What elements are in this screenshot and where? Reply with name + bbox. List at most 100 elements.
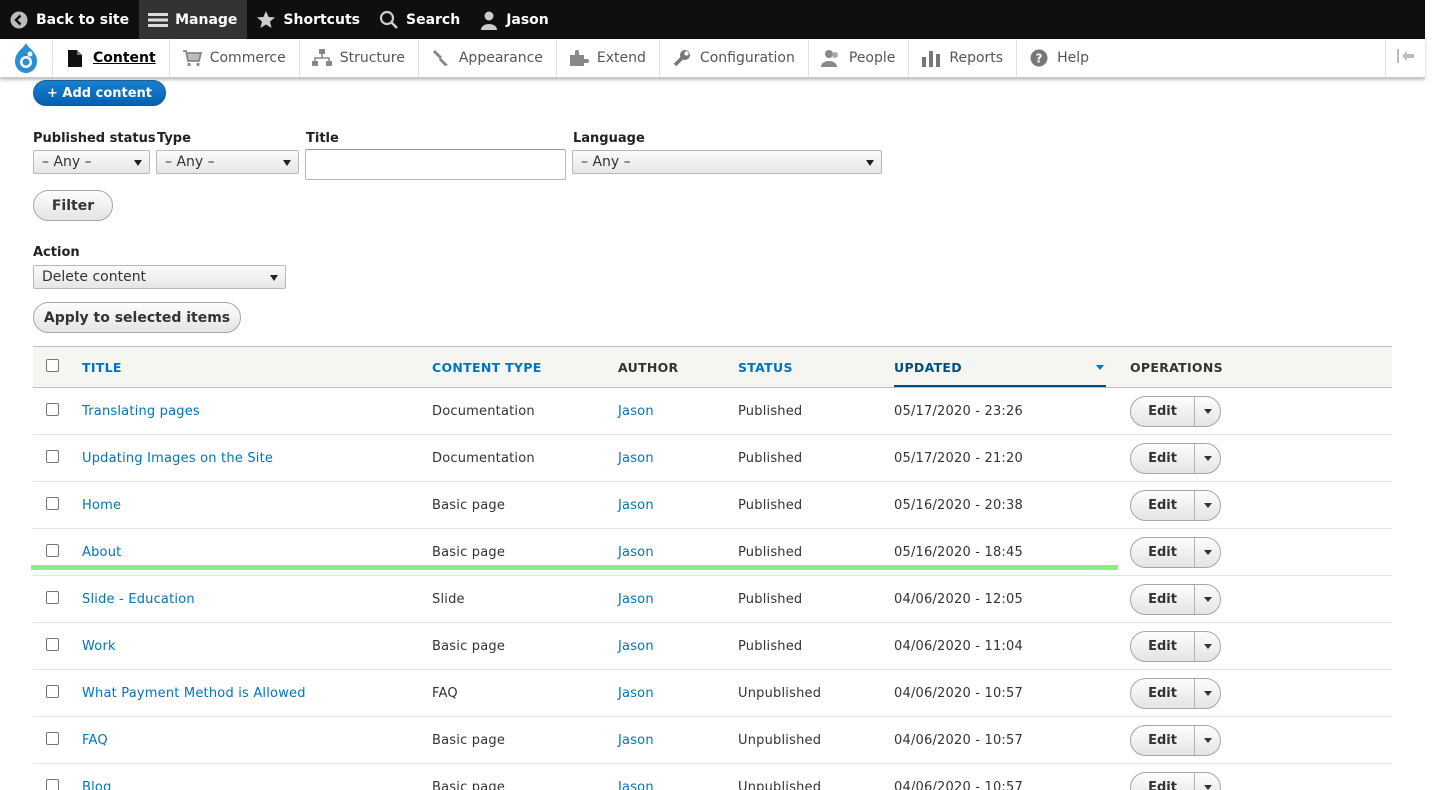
edit-button[interactable]: Edit <box>1131 726 1195 755</box>
drupal-logo-icon[interactable] <box>0 39 52 77</box>
edit-button[interactable]: Edit <box>1131 585 1195 614</box>
row-author-link[interactable]: Jason <box>618 404 654 419</box>
collapse-icon <box>1396 49 1415 67</box>
row-updated: 04/06/2020 - 10:57 <box>894 733 1023 748</box>
tray-item-reports[interactable]: Reports <box>908 39 1016 77</box>
table-row: What Payment Method is Allowed FAQ Jason Un… <box>33 670 1392 717</box>
row-operations: Edit <box>1130 725 1221 756</box>
tray-item-appearance[interactable]: Appearance <box>417 39 556 77</box>
type-value: – Any – <box>165 154 215 170</box>
row-checkbox[interactable] <box>46 497 59 510</box>
wrench-icon <box>672 48 692 68</box>
row-status: Published <box>738 498 803 513</box>
search-tab[interactable]: Search <box>370 0 470 39</box>
edit-button[interactable]: Edit <box>1131 679 1195 708</box>
collapse-tray-button[interactable] <box>1385 39 1425 77</box>
back-to-site-link[interactable]: Back to site <box>0 0 139 39</box>
status-column-header[interactable]: STATUS <box>738 360 793 375</box>
row-author-link[interactable]: Jason <box>618 639 654 654</box>
manage-tab[interactable]: Manage <box>139 0 248 39</box>
operations-dropdown-button[interactable] <box>1195 491 1220 520</box>
chevron-down-icon <box>1203 691 1212 696</box>
row-checkbox[interactable] <box>46 544 59 557</box>
row-content-type: Slide <box>432 592 465 607</box>
select-all-checkbox[interactable] <box>46 359 59 372</box>
row-title-link[interactable]: Slide - Education <box>82 592 195 607</box>
row-title-link[interactable]: Updating Images on the Site <box>82 451 273 466</box>
operations-dropdown-button[interactable] <box>1195 397 1220 426</box>
row-checkbox[interactable] <box>46 685 59 698</box>
search-icon <box>379 10 399 30</box>
row-author-link[interactable]: Jason <box>618 780 654 790</box>
row-checkbox[interactable] <box>46 779 59 790</box>
title-input[interactable] <box>305 149 566 180</box>
row-title-link[interactable]: Home <box>82 498 121 513</box>
edit-button[interactable]: Edit <box>1131 632 1195 661</box>
admin-tray: Content Commerce Structure Appearance Ex… <box>0 39 1425 78</box>
language-select[interactable]: – Any – <box>572 150 882 174</box>
row-checkbox[interactable] <box>46 591 59 604</box>
chevron-down-icon <box>1203 503 1212 508</box>
edit-button[interactable]: Edit <box>1131 773 1195 790</box>
row-title-link[interactable]: FAQ <box>82 733 108 748</box>
row-title-link[interactable]: What Payment Method is Allowed <box>82 686 306 701</box>
row-operations: Edit <box>1130 537 1221 568</box>
row-updated: 05/16/2020 - 18:45 <box>894 545 1023 560</box>
add-content-button[interactable]: + Add content <box>33 80 167 106</box>
user-tab[interactable]: Jason <box>470 0 559 39</box>
bar-chart-icon <box>921 48 941 68</box>
row-title-link[interactable]: Work <box>82 639 116 654</box>
operations-dropdown-button[interactable] <box>1195 444 1220 473</box>
title-column-header[interactable]: TITLE <box>82 360 122 375</box>
edit-button[interactable]: Edit <box>1131 491 1195 520</box>
user-label: Jason <box>506 11 549 28</box>
row-content-type: Documentation <box>432 404 535 419</box>
chevron-down-icon <box>134 160 142 166</box>
tray-item-extend[interactable]: Extend <box>555 39 659 77</box>
tray-item-content[interactable]: Content <box>52 39 169 77</box>
edit-button[interactable]: Edit <box>1131 444 1195 473</box>
operations-dropdown-button[interactable] <box>1195 679 1220 708</box>
type-select[interactable]: – Any – <box>156 150 299 174</box>
row-content-type: FAQ <box>432 686 458 701</box>
action-select[interactable]: Delete content <box>33 265 286 289</box>
row-status: Unpublished <box>738 733 822 748</box>
row-checkbox[interactable] <box>46 638 59 651</box>
row-title-link[interactable]: Translating pages <box>82 404 200 419</box>
author-column-header: AUTHOR <box>618 360 679 375</box>
filter-button[interactable]: Filter <box>33 190 113 221</box>
operations-dropdown-button[interactable] <box>1195 726 1220 755</box>
operations-dropdown-button[interactable] <box>1195 773 1220 790</box>
row-checkbox[interactable] <box>46 403 59 416</box>
apply-to-selected-button[interactable]: Apply to selected items <box>33 302 241 333</box>
shortcuts-tab[interactable]: Shortcuts <box>247 0 370 39</box>
row-author-link[interactable]: Jason <box>618 545 654 560</box>
table-body: Translating pages Documentation Jason Publi… <box>33 388 1392 790</box>
sort-descending-icon[interactable] <box>1096 365 1104 370</box>
row-author-link[interactable]: Jason <box>618 733 654 748</box>
row-author-link[interactable]: Jason <box>618 451 654 466</box>
svg-text:?: ? <box>1036 52 1043 66</box>
table-row: Updating Images on the Site Documentation… <box>33 435 1392 482</box>
tray-item-configuration[interactable]: Configuration <box>658 39 808 77</box>
edit-button[interactable]: Edit <box>1131 397 1195 426</box>
edit-button[interactable]: Edit <box>1131 538 1195 567</box>
updated-column-header[interactable]: UPDATED <box>894 360 962 375</box>
operations-dropdown-button[interactable] <box>1195 632 1220 661</box>
row-checkbox[interactable] <box>46 732 59 745</box>
operations-dropdown-button[interactable] <box>1195 538 1220 567</box>
row-title-link[interactable]: About <box>82 545 121 560</box>
tray-item-people[interactable]: People <box>807 39 909 77</box>
content-type-column-header[interactable]: CONTENT TYPE <box>432 360 542 375</box>
row-checkbox[interactable] <box>46 450 59 463</box>
tray-item-structure[interactable]: Structure <box>298 39 418 77</box>
row-author-link[interactable]: Jason <box>618 592 654 607</box>
tray-item-commerce[interactable]: Commerce <box>168 39 299 77</box>
row-title-link[interactable]: Blog <box>82 780 112 790</box>
tray-item-help[interactable]: ? Help <box>1016 39 1102 77</box>
operations-dropdown-button[interactable] <box>1195 585 1220 614</box>
row-author-link[interactable]: Jason <box>618 498 654 513</box>
published-status-select[interactable]: – Any – <box>33 150 150 174</box>
tray-item-label: Configuration <box>699 50 795 66</box>
row-author-link[interactable]: Jason <box>618 686 654 701</box>
